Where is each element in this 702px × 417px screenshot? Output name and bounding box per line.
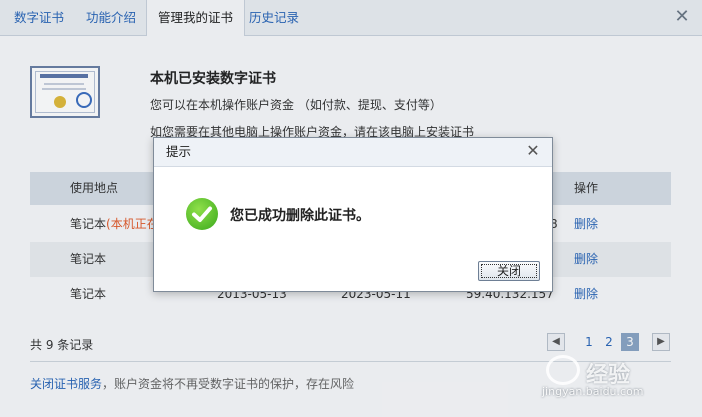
success-check-icon bbox=[186, 198, 218, 230]
dialog-message: 您已成功删除此证书。 bbox=[230, 208, 370, 224]
watermark-url: jingyan.baidu.com bbox=[542, 385, 644, 398]
dialog-close-icon[interactable]: ✕ bbox=[524, 142, 542, 160]
dialog-close-button[interactable]: 关闭 bbox=[478, 261, 540, 281]
baidu-paw-icon bbox=[546, 355, 580, 385]
watermark: 经验 jingyan.baidu.com bbox=[538, 355, 688, 405]
dialog-titlebar: 提示 ✕ bbox=[154, 138, 552, 167]
success-dialog: 提示 ✕ 您已成功删除此证书。 关闭 bbox=[153, 137, 553, 292]
dialog-title: 提示 bbox=[166, 144, 192, 159]
